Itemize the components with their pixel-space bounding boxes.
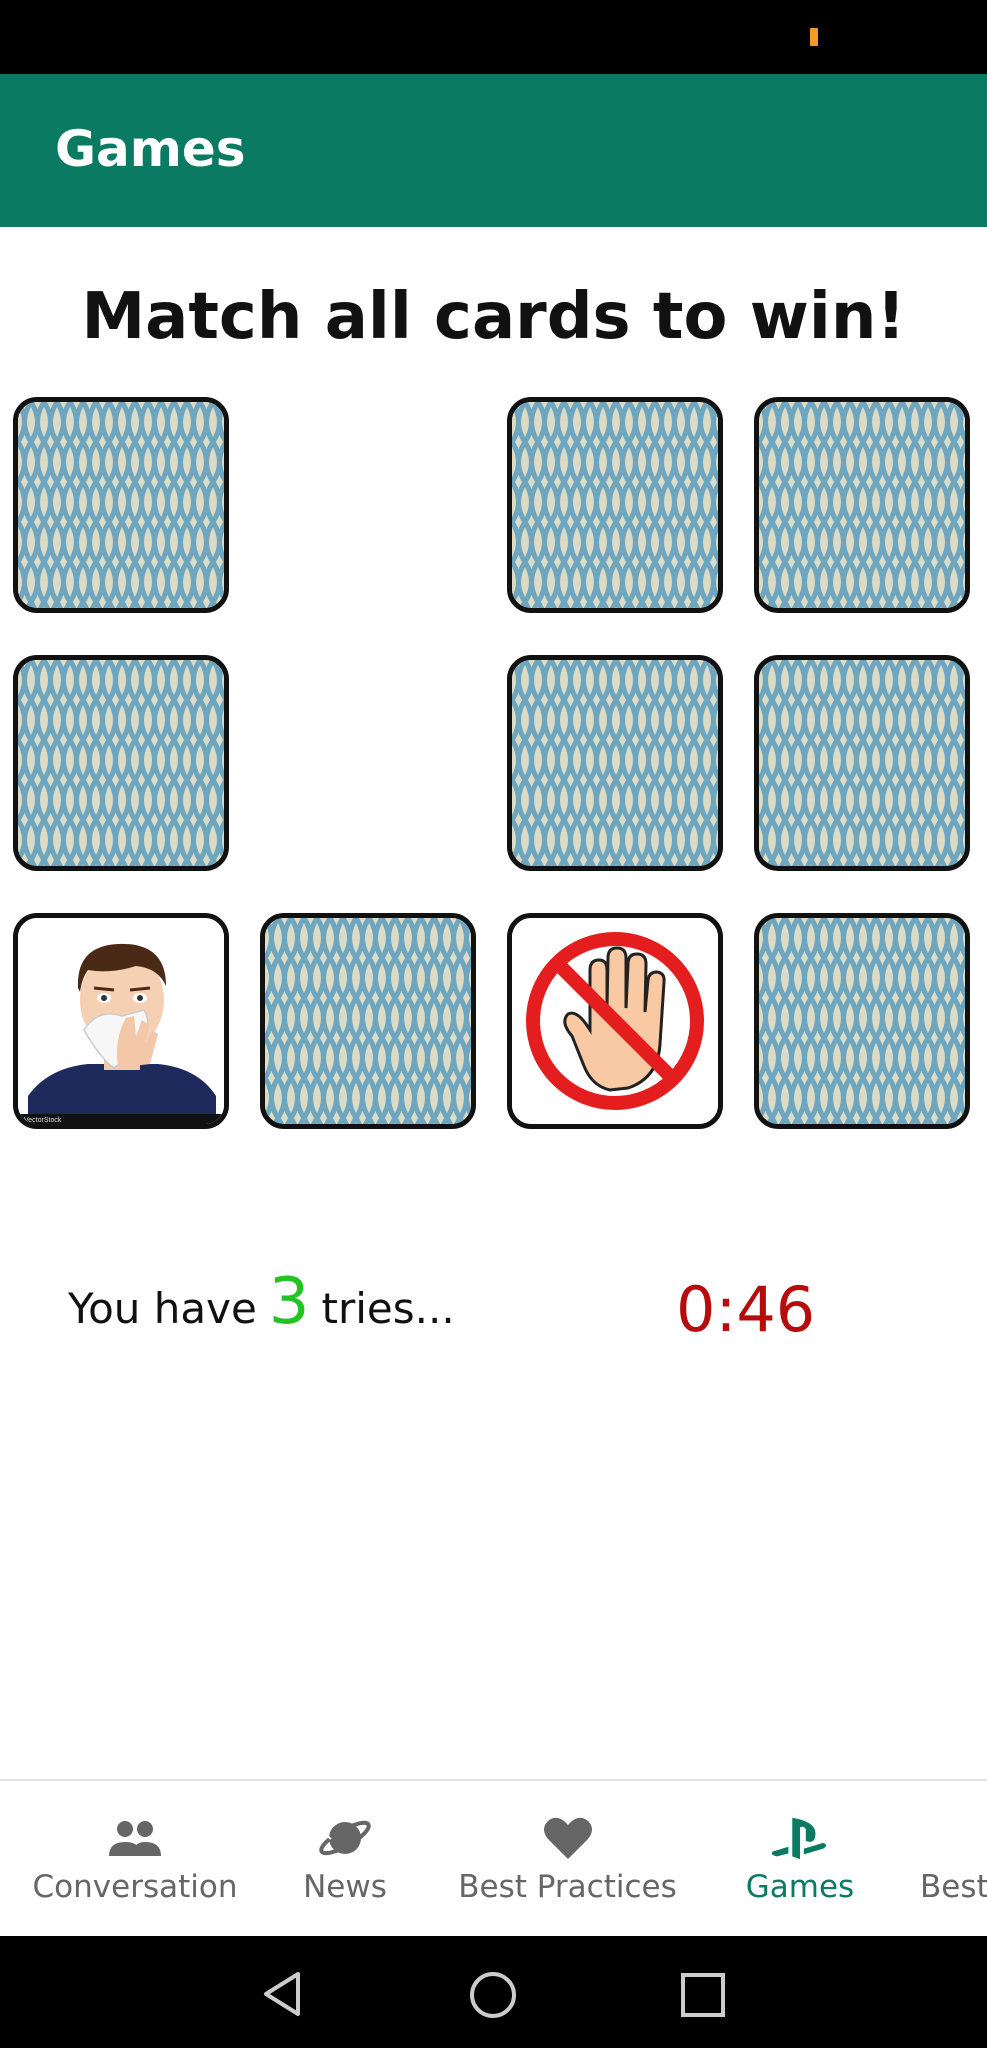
heart-icon: [539, 1813, 597, 1863]
vectorstock-watermark: VectorStock: [24, 1117, 62, 1124]
memory-card-face-down[interactable]: [507, 397, 723, 613]
people-icon: [106, 1813, 164, 1863]
app-bar: Games: [0, 74, 987, 227]
status-bar: [0, 0, 987, 74]
planet-icon: [316, 1813, 374, 1863]
nav-item-best-practices[interactable]: Best Practices: [440, 1781, 695, 1938]
nav-label: Best Practices: [458, 1869, 677, 1905]
nav-label: Best: [920, 1869, 987, 1905]
gamepad-logo-icon: [771, 1813, 829, 1863]
nav-label: News: [303, 1869, 387, 1905]
nav-label: Conversation: [32, 1869, 238, 1905]
memory-card-face-down[interactable]: [13, 397, 229, 613]
memory-card-face-down[interactable]: [13, 655, 229, 871]
system-navigation-bar: [0, 1936, 987, 2048]
memory-card-face-down[interactable]: [507, 655, 723, 871]
nav-icon-offscreen: [920, 1813, 978, 1863]
tries-counter: You have 3 tries...: [68, 1265, 455, 1355]
back-icon[interactable]: [258, 1970, 306, 2018]
game-heading: Match all cards to win!: [81, 280, 906, 354]
nav-item-games[interactable]: Games: [730, 1781, 870, 1938]
no-touching-hand-icon: [512, 918, 718, 1124]
man-blowing-nose-image: VectorStock: [18, 918, 224, 1124]
memory-card-face-down[interactable]: [754, 397, 970, 613]
tries-prefix: You have: [68, 1284, 257, 1333]
recents-icon[interactable]: [680, 1972, 726, 2018]
memory-card-face-up[interactable]: [507, 913, 723, 1129]
memory-card-face-down[interactable]: [754, 913, 970, 1129]
battery-indicator-icon: [810, 28, 818, 46]
tries-count: 3: [268, 1265, 310, 1339]
page-title: Games: [55, 120, 246, 178]
nav-item-news[interactable]: News: [280, 1781, 410, 1938]
tries-suffix: tries...: [321, 1284, 455, 1333]
nav-label: Games: [745, 1869, 855, 1905]
home-icon[interactable]: [468, 1970, 518, 2020]
nav-item-conversation[interactable]: Conversation: [20, 1781, 250, 1938]
countdown-timer: 0:46: [676, 1273, 816, 1346]
memory-card-face-down[interactable]: [260, 913, 476, 1129]
bottom-navigation: Conversation News Best Practices Games B…: [0, 1779, 987, 1938]
nav-item-best[interactable]: Best: [920, 1781, 987, 1938]
memory-card-face-down[interactable]: [754, 655, 970, 871]
memory-card-face-up[interactable]: VectorStock: [13, 913, 229, 1129]
